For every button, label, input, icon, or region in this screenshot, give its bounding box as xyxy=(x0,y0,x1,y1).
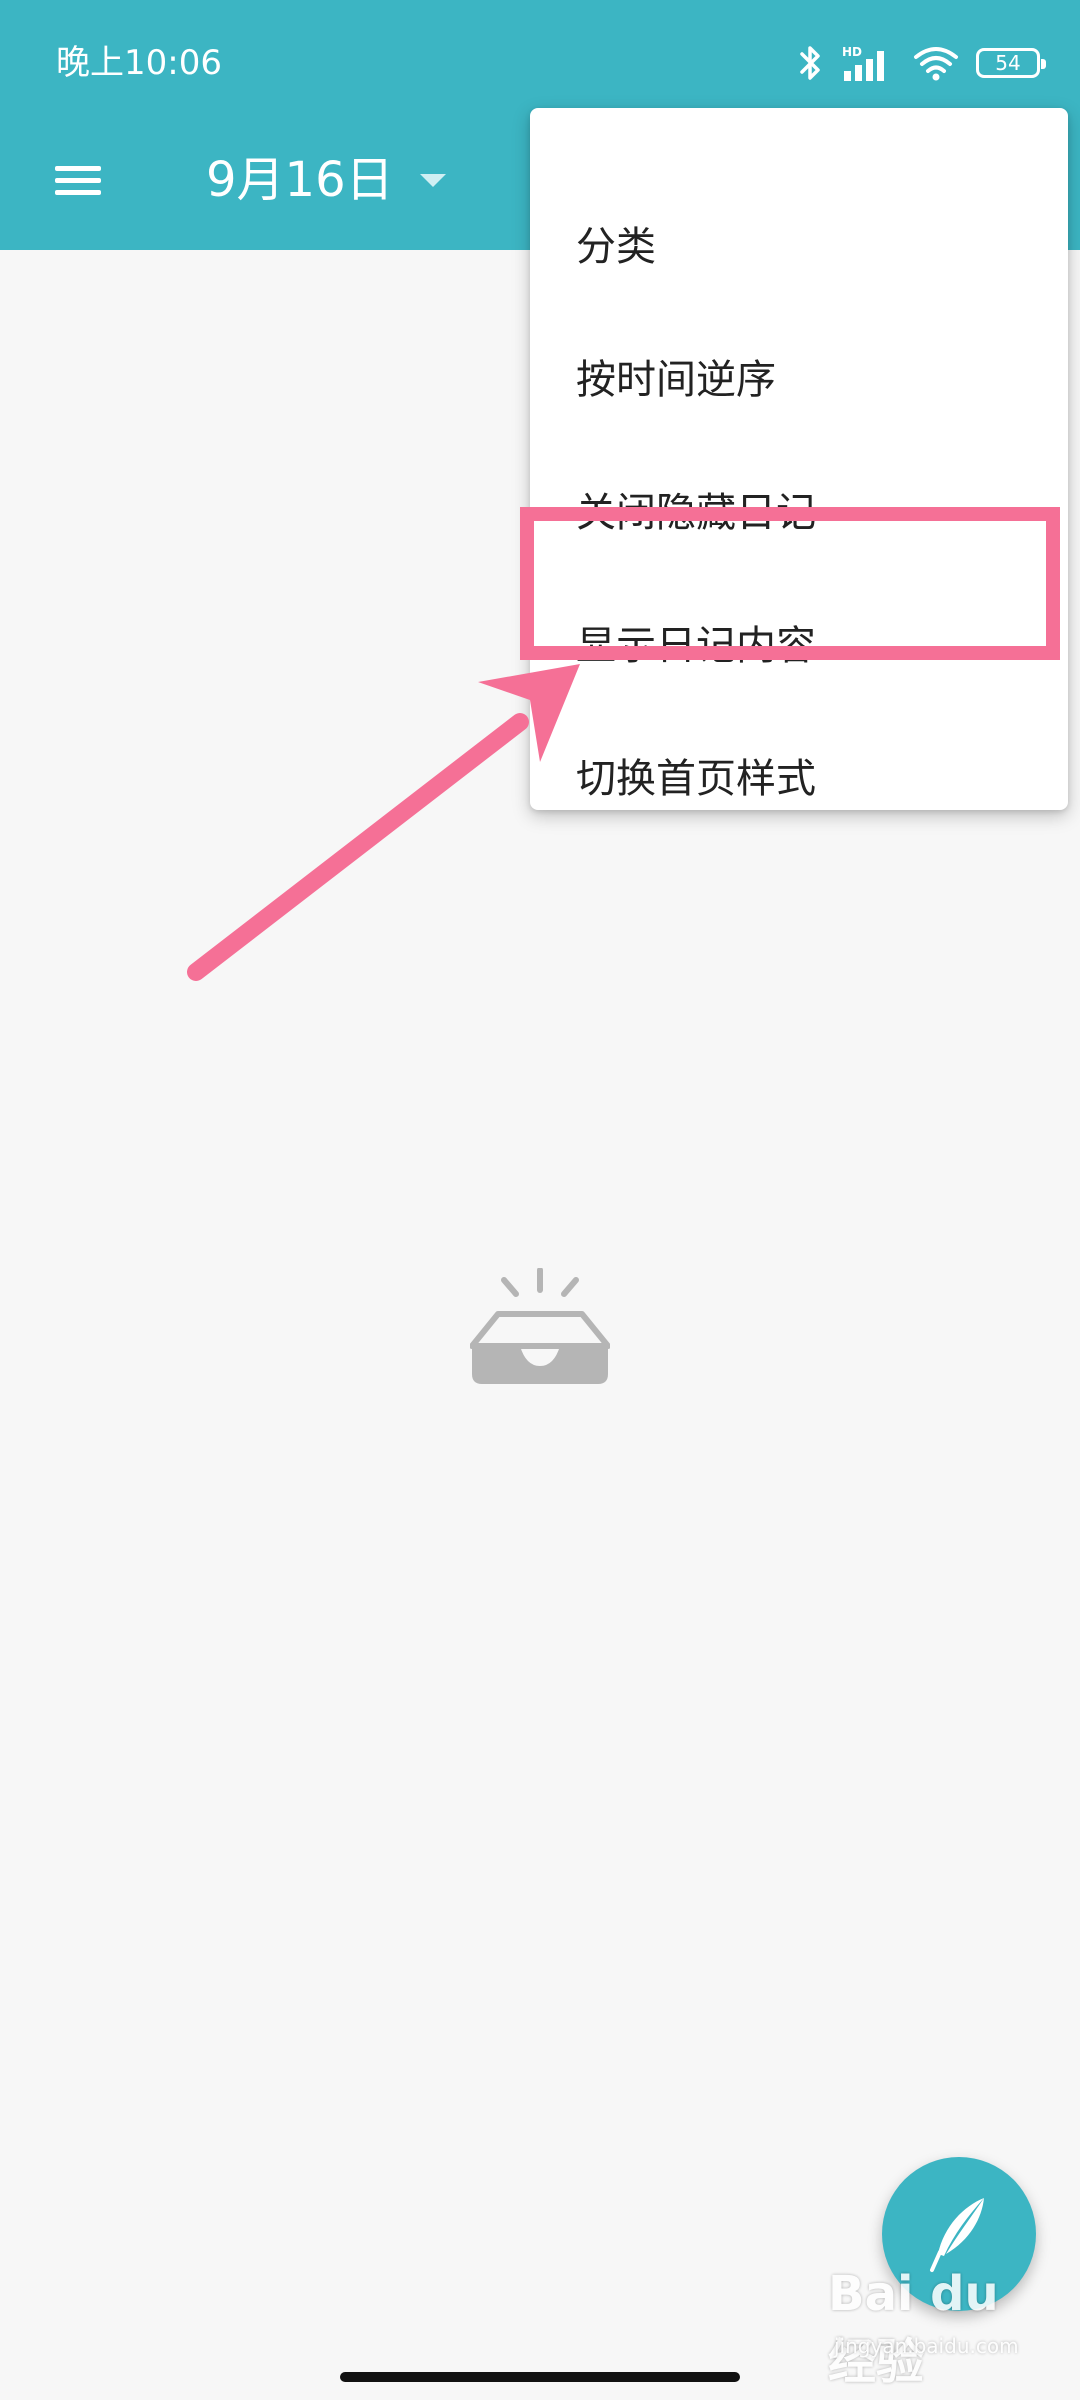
date-selector[interactable]: 9月16日 xyxy=(206,140,448,220)
menu-item-label: 按时间逆序 xyxy=(576,356,776,403)
wifi-icon xyxy=(914,47,958,81)
home-indicator[interactable] xyxy=(340,2372,740,2382)
hamburger-icon xyxy=(55,166,101,195)
watermark-sub: jingyan.baidu.com xyxy=(834,2334,1019,2358)
menu-item-label: 显示日记内容 xyxy=(576,622,816,669)
date-title: 9月16日 xyxy=(206,152,394,208)
hamburger-menu-button[interactable] xyxy=(40,142,116,218)
status-bar: 晚上10:06 HD 54 xyxy=(0,0,1080,120)
menu-item-close-hidden-diary[interactable]: 关闭隐藏日记 xyxy=(530,442,1068,575)
status-icons: HD 54 xyxy=(798,38,1046,88)
menu-item-label: 分类 xyxy=(576,223,656,270)
screen: 晚上10:06 HD 54 9月16日 分类 按时间逆序 关闭隐藏日记 显示日记… xyxy=(0,0,1080,2400)
dropdown-arrow-icon xyxy=(419,174,446,187)
baidu-watermark: Bai du 经验 jingyan.baidu.com xyxy=(820,2260,1060,2390)
svg-text:HD: HD xyxy=(842,45,862,59)
status-time: 晚上10:06 xyxy=(56,43,222,83)
signal-icon: HD xyxy=(842,45,884,81)
menu-item-reverse-order[interactable]: 按时间逆序 xyxy=(530,309,1068,442)
menu-item-show-diary-content[interactable]: 显示日记内容 xyxy=(530,575,1068,708)
watermark-text: Bai du 经验 xyxy=(828,2266,999,2390)
battery-level: 54 xyxy=(995,51,1021,75)
overflow-menu: 分类 按时间逆序 关闭隐藏日记 显示日记内容 切换首页样式 xyxy=(530,108,1068,810)
menu-item-switch-home-style[interactable]: 切换首页样式 xyxy=(530,708,1068,841)
bluetooth-icon xyxy=(800,46,820,80)
menu-item-label: 切换首页样式 xyxy=(576,755,816,802)
empty-inbox-icon xyxy=(470,1268,610,1384)
battery-icon: 54 xyxy=(976,48,1046,78)
menu-item-label: 关闭隐藏日记 xyxy=(576,489,816,536)
menu-item-category[interactable]: 分类 xyxy=(530,176,1068,309)
